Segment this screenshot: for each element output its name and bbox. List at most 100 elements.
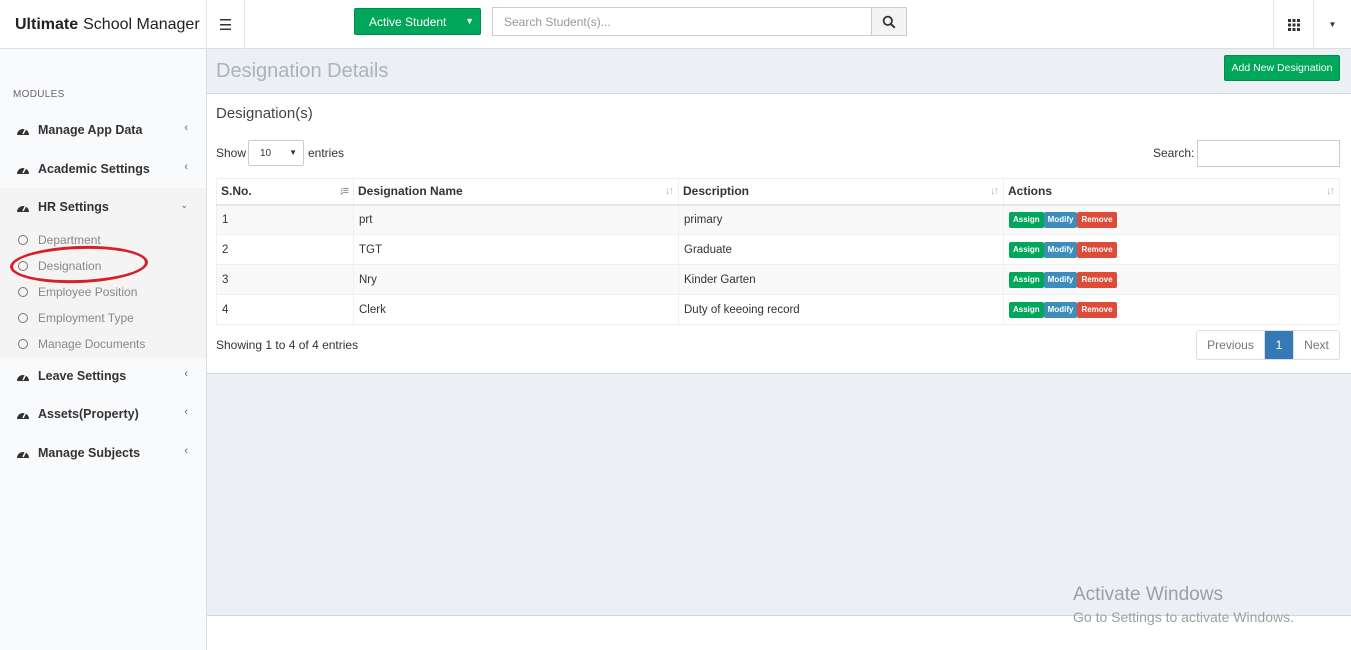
box-title: Designation(s) [216,105,313,122]
active-student-dropdown[interactable]: Active Student ▼ [354,8,481,35]
circle-icon [18,235,28,245]
table-info: Showing 1 to 4 of 4 entries [216,338,359,352]
sidebar-subitem-label: Employment Type [38,311,134,325]
grid-icon [1287,18,1300,31]
table-search-label: Search: [1153,146,1195,160]
sidebar-item-hr-settings[interactable]: HR Settings ⌄ [0,188,206,226]
sort-icon: ↓↑ [1326,185,1335,197]
assign-button[interactable]: Assign [1009,301,1044,318]
column-header-actions[interactable]: Actions ↓↑ [1003,178,1340,206]
cell-designation-name: Nry [353,264,679,295]
dashboard-icon [16,369,30,383]
table-search-input[interactable] [1197,140,1340,167]
sidebar-subitem-label: Employee Position [38,285,138,299]
caret-down-icon: ▼ [1328,20,1337,29]
cell-sno: 4 [216,294,354,325]
chevron-left-icon: ‹ [184,161,188,173]
cell-designation-name: Clerk [353,294,679,325]
cell-designation-name: prt [353,204,679,235]
page-length-value: 10 [260,147,272,159]
pagination-page-1[interactable]: 1 [1265,331,1294,359]
sidebar-item-assets[interactable]: Assets(Property) ‹ [0,395,206,433]
modify-button[interactable]: Modify [1043,271,1078,288]
caret-down-icon: ▼ [289,148,297,157]
sidebar-item-leave-settings[interactable]: Leave Settings ‹ [0,357,206,395]
modify-button[interactable]: Modify [1043,211,1078,228]
dashboard-icon [16,446,30,460]
modify-button[interactable]: Modify [1043,241,1078,258]
cell-actions: Assign Modify Remove [1003,264,1340,295]
cell-sno: 3 [216,264,354,295]
sidebar-item-label: HR Settings [38,200,109,214]
assign-button[interactable]: Assign [1009,241,1044,258]
add-new-designation-button[interactable]: Add New Designation [1224,55,1340,81]
cell-designation-name: TGT [353,234,679,265]
sidebar-toggle-button[interactable]: ☰ [207,0,245,49]
sidebar-item-label: Manage App Data [38,123,143,137]
column-header-description[interactable]: Description ↓↑ [678,178,1004,206]
active-student-label: Active Student [369,14,447,29]
chevron-left-icon: ‹ [184,122,188,134]
student-search-input[interactable] [492,7,872,36]
remove-button[interactable]: Remove [1077,301,1117,318]
sidebar: MODULES Manage App Data ‹ Academic Setti… [0,49,207,650]
brand-logo[interactable]: Ultimate School Manager [0,0,207,49]
cell-actions: Assign Modify Remove [1003,234,1340,265]
search-button[interactable] [871,7,907,36]
chevron-left-icon: ‹ [184,445,188,457]
sort-asc-icon: ↓≡ [339,185,349,197]
cell-description: Graduate [678,234,1004,265]
assign-button[interactable]: Assign [1009,211,1044,228]
sidebar-subitem-employee-position[interactable]: Employee Position [18,282,137,302]
entries-label: entries [308,146,345,160]
sidebar-item-label: Leave Settings [38,369,127,383]
cell-description: Duty of keeoing record [678,294,1004,325]
user-menu-dropdown[interactable]: ▼ [1313,0,1351,49]
table-row: 2 TGT Graduate Assign Modify Remove [216,234,1340,265]
remove-button[interactable]: Remove [1077,271,1117,288]
sidebar-subitem-label: Manage Documents [38,337,146,351]
content-wrapper: Designation Details Add New Designation … [207,49,1351,615]
cell-sno: 1 [216,204,354,235]
sidebar-section-label: MODULES [13,89,65,100]
dashboard-icon [16,162,30,176]
apps-menu-button[interactable] [1273,0,1313,49]
designations-table: S.No. ↓≡ Designation Name ↓↑ Description ↓↑… [216,178,1340,325]
top-navbar: Ultimate School Manager ☰ Active Student… [0,0,1351,49]
sidebar-subitem-manage-documents[interactable]: Manage Documents [18,334,145,354]
page-length-select[interactable]: 10 ▼ [248,140,304,166]
table-header-row: S.No. ↓≡ Designation Name ↓↑ Description ↓↑… [216,178,1340,206]
cell-description: Kinder Garten [678,264,1004,295]
circle-icon [18,287,28,297]
cell-actions: Assign Modify Remove [1003,204,1340,235]
sidebar-item-manage-app-data[interactable]: Manage App Data ‹ [0,111,206,149]
sidebar-subitem-employment-type[interactable]: Employment Type [18,308,134,328]
remove-button[interactable]: Remove [1077,211,1117,228]
pagination-previous[interactable]: Previous [1197,331,1265,359]
cell-sno: 2 [216,234,354,265]
windows-activation-title: Activate Windows [1073,584,1223,605]
modify-button[interactable]: Modify [1043,301,1078,318]
assign-button[interactable]: Assign [1009,271,1044,288]
windows-activation-subtitle: Go to Settings to activate Windows. [1073,609,1294,625]
search-icon [882,15,896,29]
circle-icon [18,339,28,349]
designations-box: Designation(s) Show 10 ▼ entries Search:… [207,93,1351,374]
cell-actions: Assign Modify Remove [1003,294,1340,325]
dashboard-icon [16,200,30,214]
pagination-next[interactable]: Next [1294,331,1339,359]
table-row: 3 Nry Kinder Garten Assign Modify Remove [216,264,1340,295]
chevron-down-icon: ⌄ [180,200,188,210]
column-header-designation-name[interactable]: Designation Name ↓↑ [353,178,679,206]
chevron-left-icon: ‹ [184,406,188,418]
sort-icon: ↓↑ [665,185,674,197]
dashboard-icon [16,123,30,137]
page-title: Designation Details [216,60,389,82]
caret-down-icon: ▼ [465,16,474,26]
column-header-sno[interactable]: S.No. ↓≡ [216,178,354,206]
sidebar-item-label: Assets(Property) [38,407,139,421]
remove-button[interactable]: Remove [1077,241,1117,258]
sidebar-item-manage-subjects[interactable]: Manage Subjects ‹ [0,434,206,472]
sort-icon: ↓↑ [990,185,999,197]
sidebar-item-academic-settings[interactable]: Academic Settings ‹ [0,150,206,188]
